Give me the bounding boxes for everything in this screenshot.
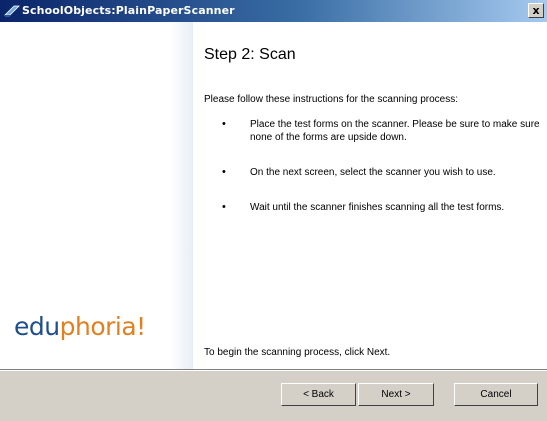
scanner-app-icon [4, 5, 20, 17]
logo-text-phoria: phoria! [59, 312, 147, 341]
instruction-text: Wait until the scanner finishes scanning… [250, 202, 505, 213]
step-title: Step 2: Scan [204, 46, 296, 63]
wizard-main-panel: Step 2: Scan Please follow these instruc… [193, 22, 547, 369]
wizard-sidebar: eduphoria! [0, 22, 193, 369]
bullet-dot: • [222, 166, 226, 178]
instruction-item: • Wait until the scanner finishes scanni… [204, 201, 542, 214]
bullet-dot: • [222, 118, 226, 130]
button-bar-divider [0, 369, 547, 371]
wizard-content: eduphoria! Step 2: Scan Please follow th… [0, 22, 547, 369]
wizard-window: SchoolObjects:PlainPaperScanner x edupho… [0, 0, 547, 421]
next-button[interactable]: Next > [358, 383, 434, 406]
bullet-dot: • [222, 201, 226, 213]
eduphoria-logo: eduphoria! [14, 312, 146, 341]
window-title: SchoolObjects:PlainPaperScanner [22, 4, 235, 17]
instruction-item: • On the next screen, select the scanner… [204, 166, 542, 179]
instructions-intro: Please follow these instructions for the… [204, 94, 459, 105]
logo-text-edu: edu [14, 312, 60, 341]
back-button[interactable]: < Back [281, 383, 356, 406]
instructions-list: • Place the test forms on the scanner. P… [204, 118, 542, 236]
instruction-text: Place the test forms on the scanner. Ple… [250, 119, 540, 143]
cancel-button[interactable]: Cancel [454, 383, 538, 406]
instruction-text: On the next screen, select the scanner y… [250, 167, 496, 178]
instruction-item: • Place the test forms on the scanner. P… [204, 118, 542, 144]
title-bar[interactable]: SchoolObjects:PlainPaperScanner x [0, 0, 547, 22]
close-button[interactable]: x [528, 3, 544, 18]
next-hint: To begin the scanning process, click Nex… [204, 347, 391, 358]
